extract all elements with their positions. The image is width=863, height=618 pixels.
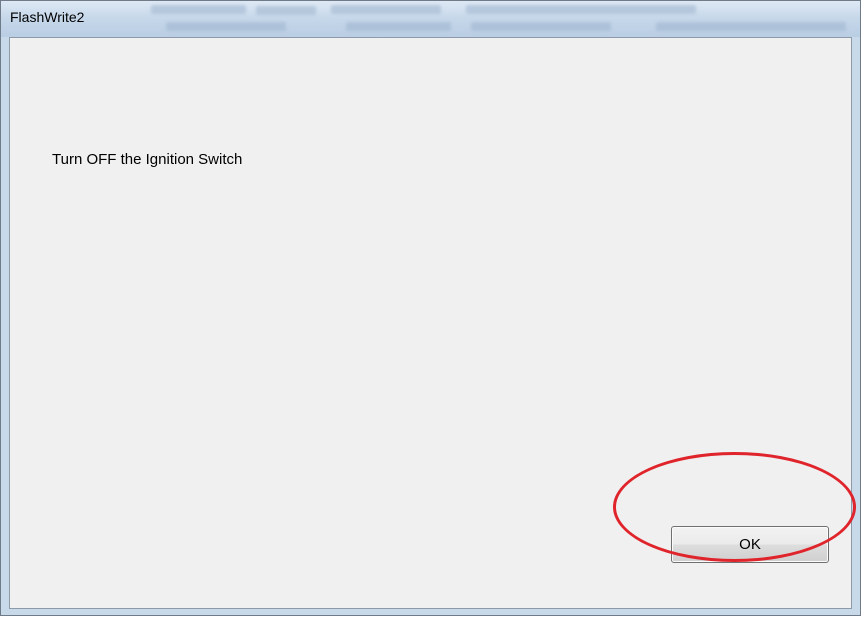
dialog-body: Turn OFF the Ignition Switch OK [9,37,852,609]
blurred-background-text [331,5,441,14]
window-title: FlashWrite2 [10,9,85,25]
blurred-background-text [166,22,286,31]
blurred-background-text [471,22,611,31]
blurred-background-text [151,5,246,14]
blurred-background-text [346,22,451,31]
ok-button[interactable]: OK [671,526,829,563]
instruction-message: Turn OFF the Ignition Switch [52,151,243,168]
dialog-window: FlashWrite2 Turn OFF the Ignition Switch… [0,0,861,616]
title-bar[interactable]: FlashWrite2 [1,1,860,37]
blurred-background-text [656,22,846,31]
blurred-background-text [256,6,316,15]
blurred-background-text [466,5,696,14]
